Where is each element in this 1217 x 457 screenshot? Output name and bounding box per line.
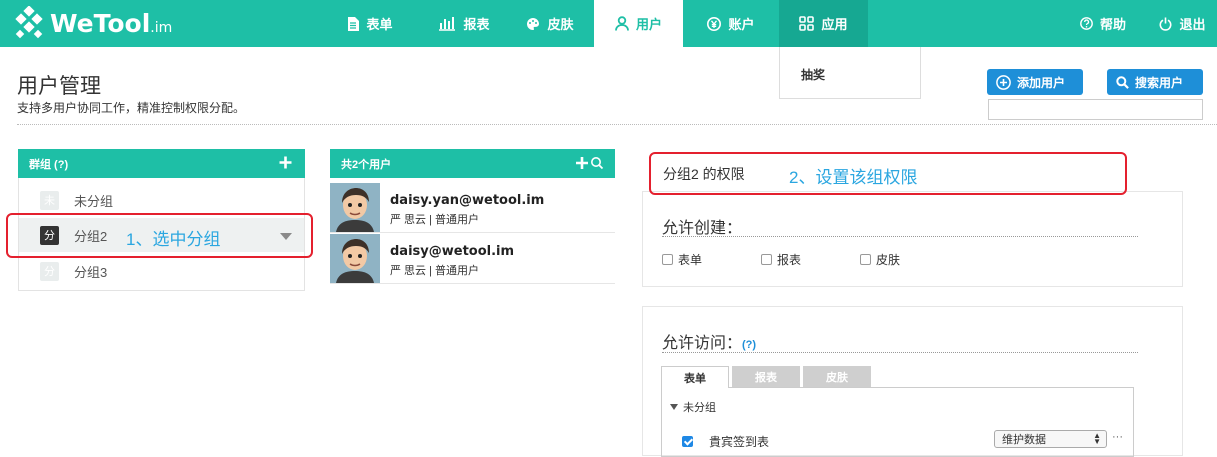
power-icon (1159, 17, 1172, 31)
user-email[interactable]: daisy@wetool.im (390, 244, 514, 259)
user-avatar (330, 234, 380, 283)
nav-tab-apps[interactable]: 应用 (779, 0, 868, 47)
users-panel-header: 共2个用户 (330, 149, 615, 178)
group-item-ungrouped[interactable]: 未 未分组 (19, 183, 304, 217)
more-options-icon[interactable]: ··· (1112, 431, 1123, 443)
ungrouped-section-toggle[interactable]: 未分组 (670, 399, 716, 415)
access-help-link[interactable]: (?) (742, 339, 756, 351)
nav-tab-account[interactable]: 账户 (683, 0, 779, 47)
palette-icon (526, 17, 540, 31)
add-search-user-icon[interactable] (576, 156, 604, 170)
groups-panel-header: 群组 (?) (18, 149, 305, 178)
form-icon (347, 16, 360, 31)
group-label: 未分组 (74, 193, 114, 209)
search-user-button[interactable]: 搜索用户 (1107, 69, 1203, 95)
group-label: 分组3 (74, 264, 108, 280)
user-row[interactable]: daisy@wetool.im 严 思云 | 普通用户 (330, 233, 615, 284)
apps-dropdown-menu: 抽奖 (779, 47, 921, 99)
checkbox[interactable] (860, 254, 871, 265)
apps-icon (799, 16, 815, 31)
chart-icon (438, 16, 456, 31)
highlight-box-step1 (6, 213, 313, 258)
page-title: 用户管理 (17, 75, 101, 98)
section-rule (662, 352, 1138, 353)
nav-tab-skins[interactable]: 皮肤 (500, 0, 600, 47)
triangle-down-icon (670, 404, 678, 410)
group-badge: 未 (40, 190, 59, 210)
groups-header-label[interactable]: 群组 (?) (29, 156, 68, 172)
wetool-logo[interactable]: WeTool.im (12, 5, 173, 40)
access-level-select[interactable]: 维护数据 ▲ ▼ (994, 430, 1107, 448)
logout-link[interactable]: 退出 (1150, 0, 1215, 47)
access-item-checkbox[interactable]: 貴宾签到表 (682, 433, 769, 450)
help-link[interactable]: 帮助 (1068, 0, 1138, 47)
user-meta: 严 思云 | 普通用户 (390, 214, 480, 226)
user-row[interactable]: daisy.yan@wetool.im 严 思云 | 普通用户 (330, 182, 615, 233)
create-permission-title: 允许创建： (662, 220, 743, 237)
highlight-box-step2 (649, 152, 1127, 195)
brand-name: WeTool.im (50, 8, 173, 38)
nav-tab-forms[interactable]: 表单 (320, 0, 420, 47)
group-item-group3[interactable]: 分 分组3 (19, 254, 304, 288)
menu-item-lottery[interactable]: 抽奖 (801, 68, 825, 82)
group-badge: 分 (40, 261, 59, 281)
user-icon (615, 16, 629, 31)
checkbox[interactable] (761, 254, 772, 265)
user-search-input[interactable] (988, 99, 1203, 120)
search-icon (1116, 75, 1129, 89)
access-tab-skins[interactable]: 皮肤 (803, 366, 871, 388)
nav-tab-reports[interactable]: 报表 (414, 0, 514, 47)
top-navigation-bar: WeTool.im 表单 报表 皮肤 用户 账户 应用 帮助 退出 (0, 0, 1217, 47)
create-skin-checkbox[interactable]: 皮肤 (860, 251, 900, 268)
header-divider (17, 124, 1217, 125)
user-meta: 严 思云 | 普通用户 (390, 265, 480, 277)
help-circle-icon (1080, 17, 1093, 30)
add-group-icon[interactable] (279, 156, 292, 172)
create-permission-card: 允许创建： 表单 报表 皮肤 (642, 191, 1183, 287)
access-tab-forms[interactable]: 表单 (661, 366, 729, 388)
create-report-checkbox[interactable]: 报表 (761, 251, 801, 268)
select-updown-icon: ▲ ▼ (1093, 431, 1101, 446)
page-subtitle: 支持多用户协同工作，精准控制权限分配。 (17, 101, 246, 115)
users-count-label: 共2个用户 (341, 158, 392, 171)
user-avatar (330, 183, 380, 232)
nav-tab-users[interactable]: 用户 (594, 0, 683, 47)
add-user-button[interactable]: 添加用户 (987, 69, 1083, 95)
create-form-checkbox[interactable]: 表单 (662, 251, 702, 268)
account-icon (707, 16, 722, 31)
access-permission-title: 允许访问：(?) (662, 335, 757, 352)
plus-circle-icon (996, 74, 1011, 90)
access-tab-reports[interactable]: 报表 (732, 366, 800, 388)
user-email[interactable]: daisy.yan@wetool.im (390, 193, 544, 208)
section-rule (662, 236, 1138, 237)
checkbox-checked[interactable] (682, 436, 693, 447)
diamond-logo-icon (12, 5, 46, 40)
checkbox[interactable] (662, 254, 673, 265)
